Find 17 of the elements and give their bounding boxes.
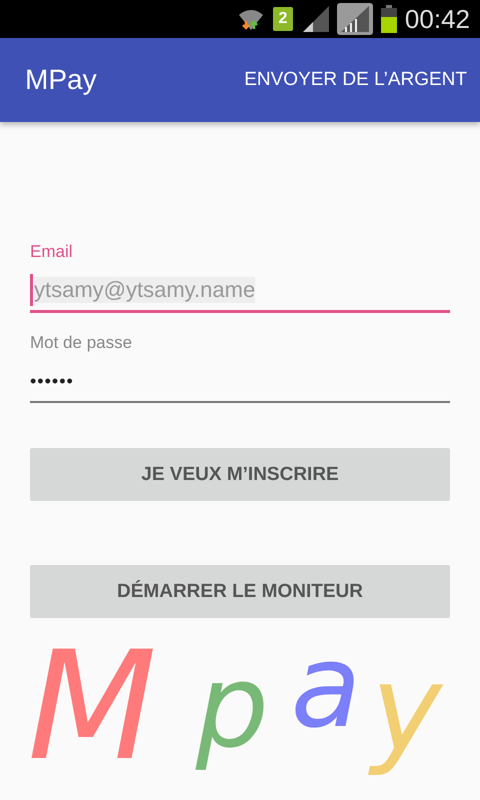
field-label: Email bbox=[30, 242, 74, 262]
send-money-button[interactable]: ENVOYER DE L’ARGENT bbox=[244, 65, 467, 95]
logo-letter: M bbox=[26, 620, 158, 796]
logo-letter: a bbox=[290, 620, 362, 755]
register-button[interactable]: JE VEUX M’INSCRIRE bbox=[30, 448, 450, 501]
app-title: MPay bbox=[25, 64, 97, 96]
battery-icon bbox=[380, 5, 397, 33]
logo-letter: p bbox=[194, 640, 270, 775]
logo-letter: y bbox=[365, 640, 466, 780]
start-monitor-button[interactable]: DÉMARRER LE MONITEUR bbox=[30, 565, 450, 618]
sim-badge: 2 bbox=[272, 7, 293, 31]
text-cursor bbox=[30, 274, 33, 306]
clock-time: 00:42 bbox=[404, 4, 470, 34]
password-field[interactable]: •••••• bbox=[30, 361, 450, 403]
field-label: Mot de passe bbox=[30, 333, 134, 353]
signal-icon bbox=[300, 6, 329, 32]
signal-icon bbox=[336, 3, 373, 35]
